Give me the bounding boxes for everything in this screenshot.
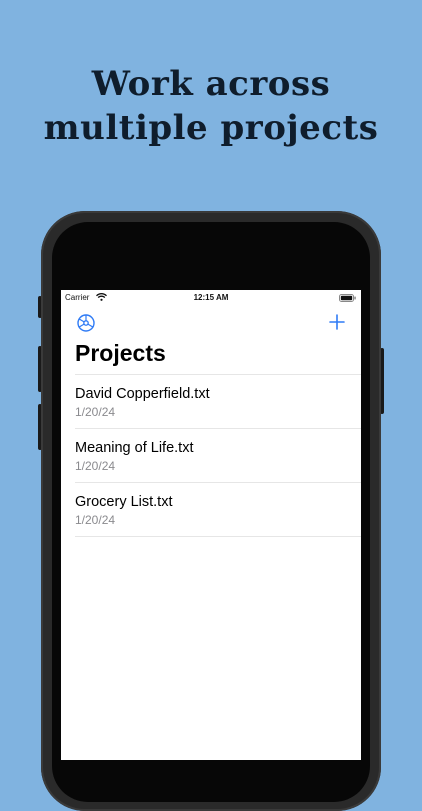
projects-list: David Copperfield.txt 1/20/24 Meaning of… xyxy=(75,374,361,537)
project-date: 1/20/24 xyxy=(75,459,116,473)
status-time: 12:15 AM xyxy=(193,293,229,302)
headline-line-2: multiple projects xyxy=(43,108,379,148)
project-row-meaning-of-life[interactable]: Meaning of Life.txt 1/20/24 xyxy=(75,429,361,483)
plus-icon[interactable] xyxy=(327,312,347,332)
phone-screen: Carrier 12:15 AM Projects David Copperfi… xyxy=(61,290,361,760)
project-name: Grocery List.txt xyxy=(75,494,173,510)
project-name: Meaning of Life.txt xyxy=(75,440,194,456)
headline-line-1: Work across xyxy=(91,64,331,104)
page-title: Projects xyxy=(75,340,166,366)
gear-icon[interactable] xyxy=(75,312,97,334)
promo-headline: Work across multiple projects xyxy=(0,62,422,150)
project-name: David Copperfield.txt xyxy=(75,386,210,402)
status-bar: Carrier 12:15 AM xyxy=(61,290,361,306)
project-date: 1/20/24 xyxy=(75,405,116,419)
project-row-david-copperfield[interactable]: David Copperfield.txt 1/20/24 xyxy=(75,375,361,429)
project-date: 1/20/24 xyxy=(75,513,116,527)
battery-icon xyxy=(339,294,356,302)
project-row-grocery-list[interactable]: Grocery List.txt 1/20/24 xyxy=(75,483,361,537)
